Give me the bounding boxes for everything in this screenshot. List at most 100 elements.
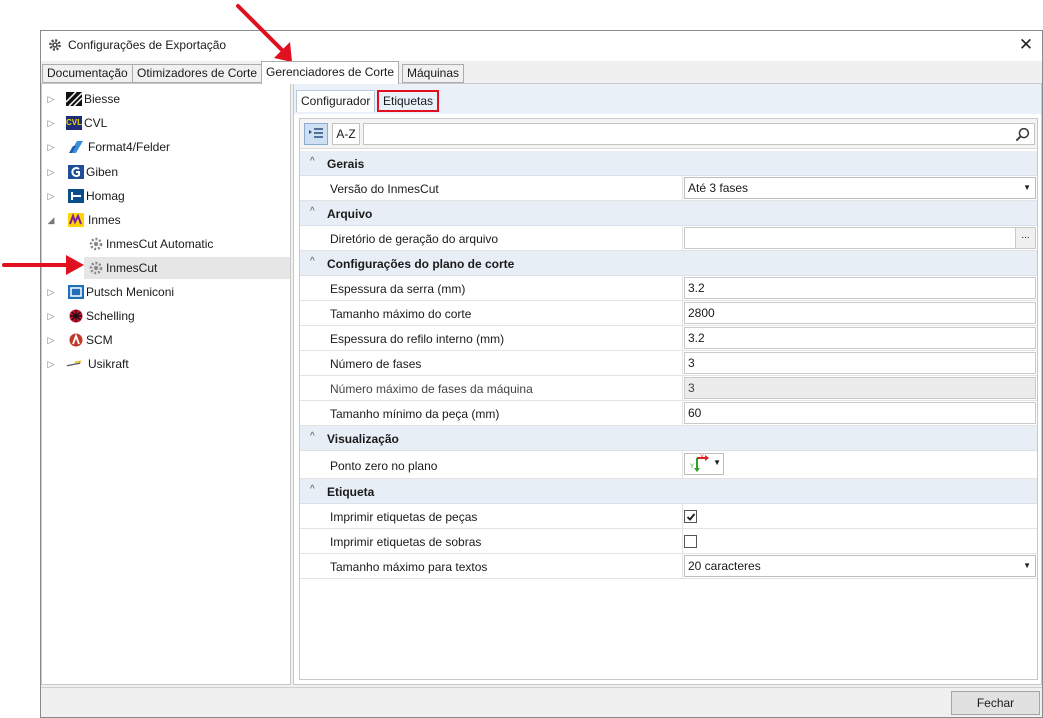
usikraft-logo-icon [66, 360, 82, 367]
property-row-imprimir-pecas: Imprimir etiquetas de peças [300, 504, 1037, 529]
dropdown-arrow-icon: ▼ [713, 458, 721, 467]
subtab-bar: Configurador Etiquetas [294, 84, 1041, 114]
category-arquivo[interactable]: ^ Arquivo [300, 201, 1037, 226]
max-text-length-select[interactable]: 20 caracteres ▼ [684, 555, 1036, 577]
schelling-logo-icon [69, 309, 83, 323]
annotation-arrow-icon [236, 4, 292, 62]
expand-icon[interactable]: ▷ [46, 185, 56, 207]
dropdown-arrow-icon: ▼ [1023, 183, 1031, 192]
max-cut-size-input[interactable]: 2800 [684, 302, 1036, 324]
expand-icon[interactable]: ▷ [46, 329, 56, 351]
output-directory-field[interactable]: ... [684, 227, 1036, 249]
expand-icon[interactable]: ▷ [46, 112, 56, 134]
alphabetical-view-button[interactable]: A-Z [332, 123, 360, 145]
gear-icon [89, 237, 103, 251]
property-row-imprimir-sobras: Imprimir etiquetas de sobras [300, 529, 1037, 554]
tab-documentacao[interactable]: Documentação [42, 64, 133, 83]
expand-icon[interactable]: ▷ [46, 88, 56, 110]
collapse-chevron-icon[interactable]: ^ [310, 256, 315, 267]
collapse-icon[interactable]: ◢ [46, 209, 56, 231]
category-visualizacao[interactable]: ^ Visualização [300, 426, 1037, 451]
categorized-list-icon [309, 128, 323, 138]
zero-point-selector[interactable]: X Y ▼ [684, 453, 724, 475]
category-etiqueta[interactable]: ^ Etiqueta [300, 479, 1037, 504]
expand-icon[interactable]: ▷ [46, 281, 56, 303]
tree-item-inmescut-automatic[interactable]: InmesCut Automatic [84, 233, 290, 255]
browse-button[interactable]: ... [1015, 228, 1035, 248]
category-plano-de-corte[interactable]: ^ Configurações do plano de corte [300, 251, 1037, 276]
max-phase-count-readonly: 3 [684, 377, 1036, 399]
property-row-espessura-serra: Espessura da serra (mm) 3.2 [300, 276, 1037, 301]
close-icon[interactable]: ✕ [1014, 34, 1038, 56]
property-row-tamanho-max-corte: Tamanho máximo do corte 2800 [300, 301, 1037, 326]
collapse-chevron-icon[interactable]: ^ [310, 431, 315, 442]
tree-item-cvl[interactable]: ▷ CVL CVL [42, 112, 290, 134]
inmescut-version-select[interactable]: Até 3 fases ▼ [684, 177, 1036, 199]
tab-bar: Documentação Otimizadores de Corte Geren… [41, 61, 1042, 84]
tree-item-inmescut[interactable]: InmesCut [84, 257, 290, 279]
expand-icon[interactable]: ▷ [46, 161, 56, 183]
property-row-tamanho-min-peca: Tamanho mínimo da peça (mm) 60 [300, 401, 1037, 426]
print-leftover-labels-checkbox[interactable] [684, 535, 697, 548]
category-gerais[interactable]: ^ Gerais [300, 151, 1037, 176]
gear-icon [89, 261, 103, 275]
homag-logo-icon [68, 189, 84, 203]
title-bar: Configurações de Exportação ✕ [41, 31, 1042, 61]
axis-x-label: X [700, 455, 704, 461]
tree-item-scm[interactable]: ▷ SCM [42, 329, 290, 351]
scm-logo-icon [69, 333, 83, 347]
expand-icon[interactable]: ▷ [46, 305, 56, 327]
axis-origin-icon: X Y [690, 455, 709, 472]
tab-configurador[interactable]: Configurador [296, 90, 376, 112]
categorized-view-button[interactable] [304, 123, 328, 145]
property-search-input[interactable] [363, 123, 1035, 145]
collapse-chevron-icon[interactable]: ^ [310, 484, 315, 495]
tab-etiquetas[interactable]: Etiquetas [377, 90, 440, 112]
tree-item-biesse[interactable]: ▷ Biesse [42, 88, 290, 110]
tree-item-inmes[interactable]: ◢ Inmes [42, 209, 290, 231]
format4-logo-icon [69, 141, 83, 153]
manager-tree: ▷ Biesse ▷ CVL CVL ▷ Format4/Felder ▷ Gi… [41, 83, 291, 685]
cvl-logo-icon: CVL [66, 116, 82, 130]
property-row-numero-fases: Número de fases 3 [300, 351, 1037, 376]
property-row-espessura-refilo: Espessura do refilo interno (mm) 3.2 [300, 326, 1037, 351]
tree-item-putsch-meniconi[interactable]: ▷ Putsch Meniconi [42, 281, 290, 303]
expand-icon[interactable]: ▷ [46, 136, 56, 158]
collapse-chevron-icon[interactable]: ^ [310, 206, 315, 217]
inner-trim-thickness-input[interactable]: 3.2 [684, 327, 1036, 349]
annotation-arrow-icon [2, 255, 84, 275]
dropdown-arrow-icon: ▼ [1023, 561, 1031, 570]
export-settings-window: Configurações de Exportação ✕ Documentaç… [40, 30, 1043, 718]
search-icon [1015, 127, 1030, 142]
collapse-chevron-icon[interactable]: ^ [310, 156, 315, 167]
close-button[interactable]: Fechar [951, 691, 1040, 715]
saw-thickness-input[interactable]: 3.2 [684, 277, 1036, 299]
print-piece-labels-checkbox[interactable] [684, 510, 697, 523]
min-piece-size-input[interactable]: 60 [684, 402, 1036, 424]
inmes-logo-icon [68, 213, 84, 227]
tab-gerenciadores-de-corte[interactable]: Gerenciadores de Corte [261, 61, 400, 84]
dialog-footer: Fechar [41, 687, 1042, 717]
property-row-ponto-zero: Ponto zero no plano X Y ▼ [300, 451, 1037, 479]
axis-y-label: Y [690, 464, 694, 470]
property-row-tamanho-max-textos: Tamanho máximo para textos 20 caracteres… [300, 554, 1037, 579]
biesse-logo-icon [66, 92, 82, 106]
phase-count-input[interactable]: 3 [684, 352, 1036, 374]
giben-logo-icon [68, 165, 84, 179]
tree-item-schelling[interactable]: ▷ Schelling [42, 305, 290, 327]
putsch-logo-icon [68, 285, 84, 299]
tree-item-usikraft[interactable]: ▷ Usikraft [42, 353, 290, 375]
property-row-numero-max-fases: Número máximo de fases da máquina 3 [300, 376, 1037, 401]
tree-item-format4-felder[interactable]: ▷ Format4/Felder [42, 136, 290, 158]
manager-settings-panel: Configurador Etiquetas A-Z ^ Gerais Vers… [293, 83, 1042, 685]
window-title: Configurações de Exportação [68, 38, 227, 52]
expand-icon[interactable]: ▷ [46, 353, 56, 375]
property-row-diretorio: Diretório de geração do arquivo ... [300, 226, 1037, 251]
checkmark-icon [686, 513, 696, 521]
property-grid: A-Z ^ Gerais Versão do InmesCut Até 3 fa… [299, 118, 1038, 680]
tree-item-giben[interactable]: ▷ Giben [42, 161, 290, 183]
tree-item-homag[interactable]: ▷ Homag [42, 185, 290, 207]
gear-icon [49, 39, 61, 51]
tab-maquinas[interactable]: Máquinas [402, 64, 465, 83]
property-grid-toolbar: A-Z [300, 119, 1037, 149]
